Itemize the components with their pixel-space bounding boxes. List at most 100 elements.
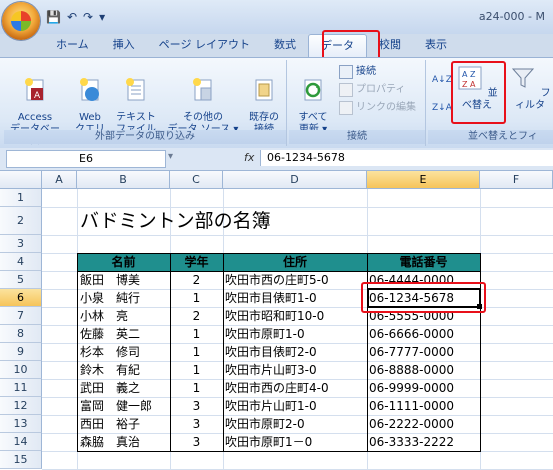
row-header[interactable]: 13: [0, 415, 42, 433]
select-all-corner[interactable]: [0, 171, 42, 189]
connections-label: 接続: [356, 66, 376, 77]
name-box[interactable]: E6: [6, 150, 166, 168]
cell-address[interactable]: 吹田市西の庄町4-0: [225, 379, 367, 397]
existing-connections-button[interactable]: 既存の 接続: [244, 64, 284, 136]
row-header[interactable]: 12: [0, 397, 42, 415]
row-header[interactable]: 5: [0, 271, 42, 289]
cell-phone[interactable]: 06-6666-0000: [369, 325, 480, 343]
edit-links-label: リンクの編集: [356, 102, 416, 113]
cell-grade[interactable]: 1: [170, 343, 223, 361]
tab-home[interactable]: ホーム: [44, 34, 101, 56]
cell-phone[interactable]: 06-1111-0000: [369, 397, 480, 415]
undo-icon[interactable]: ↶: [67, 10, 77, 24]
tab-insert[interactable]: 挿入: [101, 34, 147, 56]
cell-phone[interactable]: 06-9999-0000: [369, 379, 480, 397]
row-header[interactable]: 3: [0, 235, 42, 253]
save-icon[interactable]: 💾: [46, 10, 61, 24]
table-border: [77, 271, 481, 272]
cell-grade[interactable]: 3: [170, 433, 223, 451]
column-header-f[interactable]: F: [480, 171, 553, 189]
column-header-c[interactable]: C: [170, 171, 223, 189]
name-box-dropdown-icon[interactable]: ▾: [168, 151, 173, 162]
insert-function-icon[interactable]: fx: [244, 151, 254, 164]
cell-grade[interactable]: 1: [170, 289, 223, 307]
row-header[interactable]: 1: [0, 189, 42, 207]
cell-name[interactable]: 富岡 健一郎: [80, 397, 170, 415]
cell-grade[interactable]: 2: [170, 307, 223, 325]
cell-address[interactable]: 吹田市目俵町1-0: [225, 289, 367, 307]
table-border: [77, 253, 78, 452]
cell-grade[interactable]: 1: [170, 361, 223, 379]
cell-name[interactable]: 佐藤 英二: [80, 325, 170, 343]
column-header-d[interactable]: D: [223, 171, 367, 189]
column-header-e[interactable]: E: [367, 171, 480, 189]
cell-phone[interactable]: 06-2222-0000: [369, 415, 480, 433]
row-header[interactable]: 6: [0, 289, 42, 307]
column-header-b[interactable]: B: [77, 171, 170, 189]
row-header[interactable]: 9: [0, 343, 42, 361]
cell-name[interactable]: 飯田 博美: [80, 271, 170, 289]
properties-button[interactable]: プロパティ: [339, 82, 405, 98]
row-header[interactable]: 15: [0, 451, 42, 469]
existing-connections-icon: [255, 79, 273, 101]
sort-filter-group-label: 並べ替えとフィ: [428, 130, 553, 144]
cell-address[interactable]: 吹田市片山町1-0: [225, 397, 367, 415]
formula-input[interactable]: 06-1234-5678: [260, 150, 553, 166]
cell-name[interactable]: 鈴木 有紀: [80, 361, 170, 379]
cell-name[interactable]: 小泉 純行: [80, 289, 170, 307]
customize-qat-icon[interactable]: ▾: [99, 10, 105, 24]
sort-asc-button[interactable]: A↓Z: [432, 72, 452, 88]
ribbon-tabs: ホーム 挿入 ページ レイアウト 数式 データ 校閲 表示: [44, 34, 459, 58]
cell-grade[interactable]: 1: [170, 325, 223, 343]
cell-name[interactable]: 武田 義之: [80, 379, 170, 397]
cell-name[interactable]: 小林 亮: [80, 307, 170, 325]
table-header-address: 住所: [282, 255, 307, 269]
web-query-button[interactable]: Web クエリ: [70, 64, 110, 136]
cell-phone[interactable]: 06-8888-0000: [369, 361, 480, 379]
tab-view[interactable]: 表示: [413, 34, 459, 56]
cell-grade[interactable]: 2: [170, 271, 223, 289]
cell-grade[interactable]: 1: [170, 379, 223, 397]
highlight-data-tab: [322, 30, 380, 60]
cell-address[interactable]: 吹田市昭和町10-0: [225, 307, 367, 325]
cell-phone[interactable]: 06-3333-2222: [369, 433, 480, 451]
edit-links-button[interactable]: リンクの編集: [339, 100, 416, 116]
cell-address[interactable]: 吹田市西の庄町5-0: [225, 271, 367, 289]
cell-phone[interactable]: 06-7777-0000: [369, 343, 480, 361]
tab-formulas[interactable]: 数式: [262, 34, 308, 56]
row-header[interactable]: 2: [0, 207, 42, 235]
cell-address[interactable]: 吹田市原町1－0: [225, 433, 367, 451]
row-header[interactable]: 8: [0, 325, 42, 343]
cell-address[interactable]: 吹田市原町1-0: [225, 325, 367, 343]
cell-name[interactable]: 西田 裕子: [80, 415, 170, 433]
row-header[interactable]: 4: [0, 253, 42, 271]
office-button[interactable]: [2, 2, 40, 40]
tab-page-layout[interactable]: ページ レイアウト: [147, 34, 262, 56]
other-sources-button[interactable]: その他の データ ソース ▾: [164, 64, 242, 136]
cell-grade[interactable]: 3: [170, 415, 223, 433]
column-header-a[interactable]: A: [42, 171, 77, 189]
cell-address[interactable]: 吹田市原町2-0: [225, 415, 367, 433]
formula-bar: E6 ▾ fx 06-1234-5678: [0, 148, 553, 171]
row-header[interactable]: 10: [0, 361, 42, 379]
web-query-icon: [80, 78, 99, 101]
cell-address[interactable]: 吹田市片山町3-0: [225, 361, 367, 379]
filter-button[interactable]: フィルタ: [508, 64, 552, 112]
row-header[interactable]: 7: [0, 307, 42, 325]
cell-address[interactable]: 吹田市目俵町2-0: [225, 343, 367, 361]
worksheet-grid[interactable]: A B C D E F 1 2 3 4 5 6 7 8 9 10 11 12 1…: [0, 171, 553, 470]
redo-icon[interactable]: ↷: [83, 10, 93, 24]
text-file-button[interactable]: テキスト ファイル: [112, 64, 160, 136]
connections-group-label: 接続: [289, 130, 425, 144]
row-header[interactable]: 14: [0, 433, 42, 451]
sort-desc-button[interactable]: Z↓A: [432, 100, 452, 116]
cell-grade[interactable]: 3: [170, 397, 223, 415]
table-border: [223, 253, 224, 452]
connections-button[interactable]: 接続: [339, 64, 376, 80]
cell-name[interactable]: 森脇 真治: [80, 433, 170, 451]
refresh-all-button[interactable]: すべて 更新 ▾: [295, 64, 331, 136]
table-border: [170, 253, 171, 452]
cell-name[interactable]: 杉本 修司: [80, 343, 170, 361]
row-header[interactable]: 11: [0, 379, 42, 397]
office-logo-icon: [11, 11, 31, 31]
